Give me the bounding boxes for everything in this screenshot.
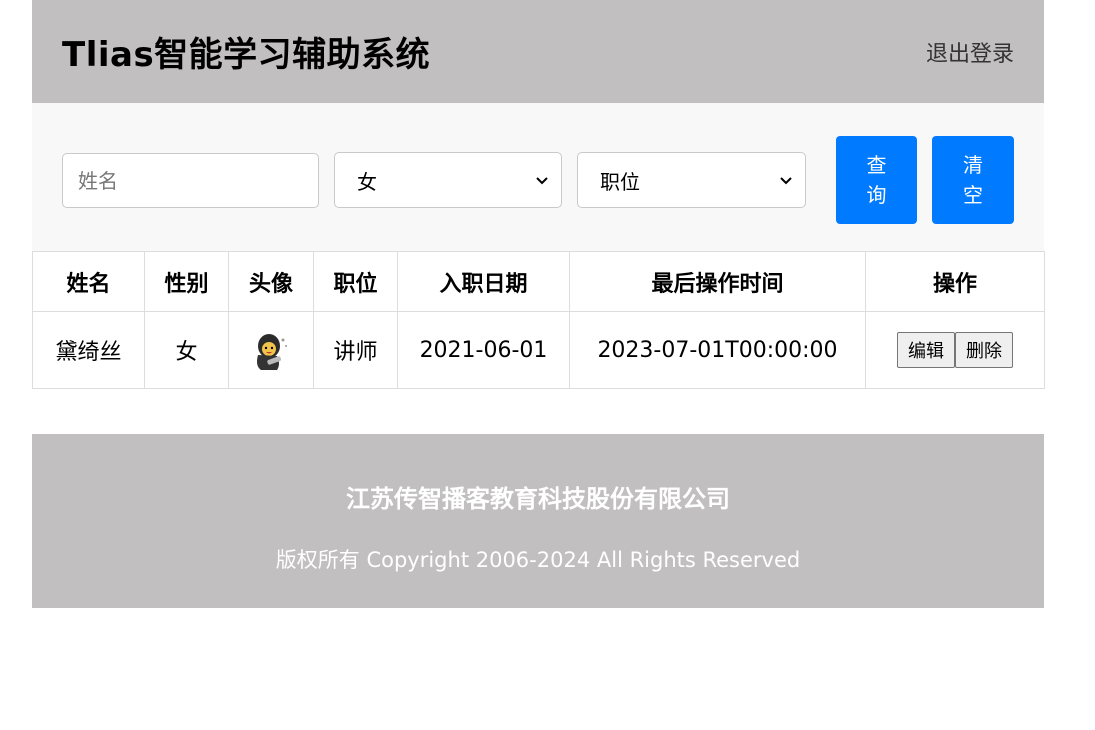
column-header-actions: 操作 — [865, 251, 1045, 312]
footer-company: 江苏传智播客教育科技股份有限公司 — [346, 485, 730, 513]
column-header-job: 职位 — [313, 251, 398, 312]
table-row: 黛绮丝 女 讲师 2021-06-01 2023-07-01T00:00:00 … — [32, 311, 1045, 389]
cell-job: 讲师 — [313, 311, 398, 389]
chevron-down-icon — [780, 177, 792, 185]
footer: 江苏传智播客教育科技股份有限公司 版权所有 Copyright 2006-202… — [32, 434, 1044, 608]
delete-button[interactable]: 删除 — [955, 332, 1013, 368]
search-bar: 女 职位 查询 清空 — [32, 103, 1044, 251]
footer-copyright: 版权所有 Copyright 2006-2024 All Rights Rese… — [275, 548, 801, 572]
cell-update-time: 2023-07-01T00:00:00 — [569, 311, 866, 389]
cell-avatar — [228, 311, 314, 389]
page-title: Tlias智能学习辅助系统 — [62, 35, 431, 75]
employee-table: 姓名 性别 头像 职位 入职日期 最后操作时间 操作 黛绮丝 女 讲师 2021… — [32, 251, 1045, 389]
table-header-row: 姓名 性别 头像 职位 入职日期 最后操作时间 操作 — [32, 251, 1045, 312]
column-header-avatar: 头像 — [228, 251, 314, 312]
header: Tlias智能学习辅助系统 退出登录 — [32, 0, 1044, 103]
logout-link[interactable]: 退出登录 — [926, 36, 1014, 68]
column-header-update-time: 最后操作时间 — [569, 251, 866, 312]
clear-button[interactable]: 清空 — [932, 136, 1014, 224]
gender-select[interactable]: 女 — [334, 152, 562, 208]
cell-actions: 编辑 删除 — [865, 311, 1045, 389]
cell-gender: 女 — [144, 311, 229, 389]
edit-button[interactable]: 编辑 — [897, 332, 955, 368]
column-header-gender: 性别 — [144, 251, 229, 312]
cell-name: 黛绮丝 — [32, 311, 145, 389]
app-container: Tlias智能学习辅助系统 退出登录 女 职位 查询 清空 姓名 性别 — [32, 0, 1045, 608]
gender-select-value: 女 — [357, 169, 377, 194]
job-select-value: 职位 — [600, 169, 640, 194]
cell-entry-date: 2021-06-01 — [397, 311, 570, 389]
job-select[interactable]: 职位 — [577, 152, 806, 208]
column-header-entry-date: 入职日期 — [397, 251, 570, 312]
column-header-name: 姓名 — [32, 251, 145, 312]
name-search-input[interactable] — [62, 153, 319, 208]
avatar-icon — [257, 334, 287, 370]
chevron-down-icon — [536, 177, 548, 185]
query-button[interactable]: 查询 — [836, 136, 917, 224]
